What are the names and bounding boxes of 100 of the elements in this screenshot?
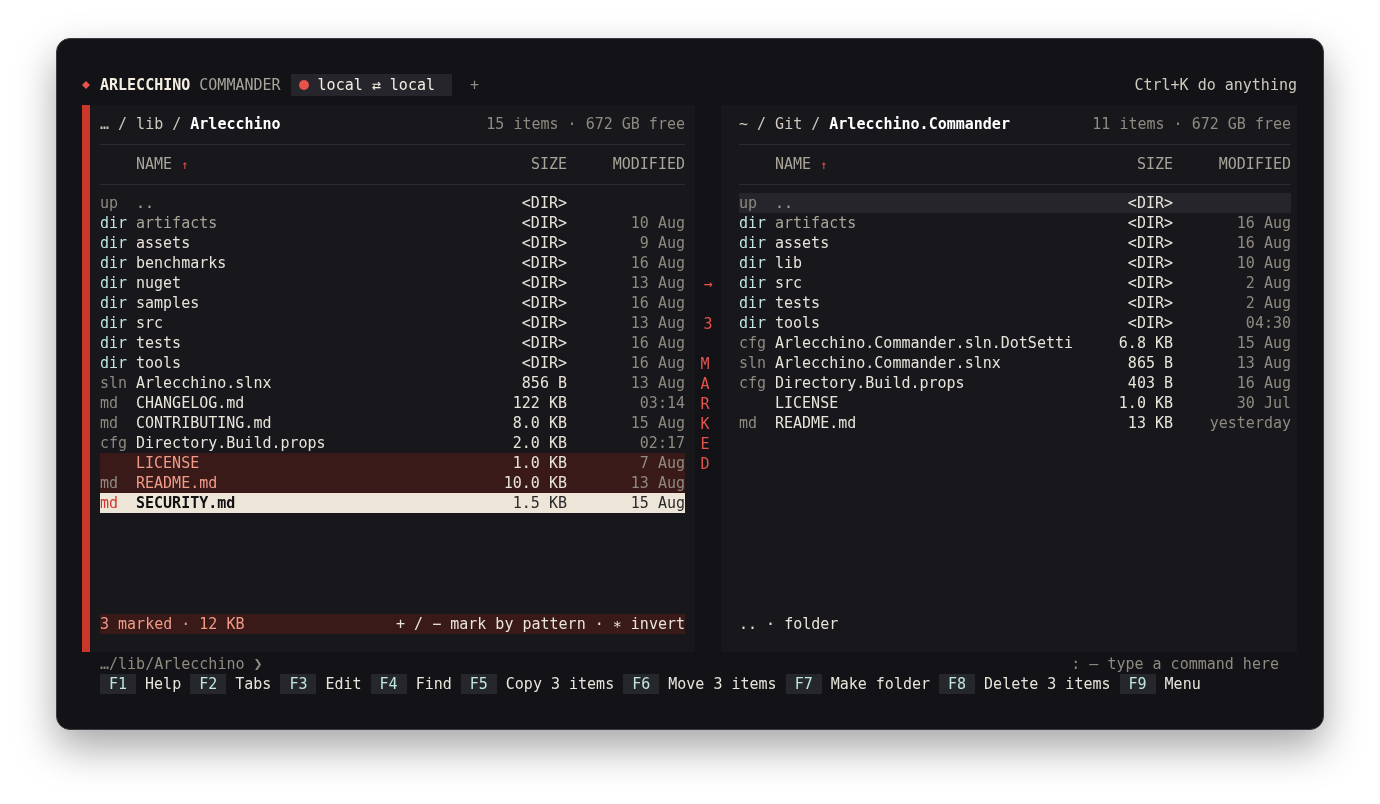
file-row[interactable]: dir tests <DIR> 16 Aug xyxy=(100,333,685,353)
file-modified: 16 Aug xyxy=(629,293,685,313)
function-key-badge[interactable]: F3 xyxy=(280,674,317,694)
function-key-badge[interactable]: F7 xyxy=(785,674,822,694)
size-column-header[interactable]: SIZE xyxy=(1073,154,1173,174)
file-row[interactable]: LICENSE 1.0 KB 30 Jul xyxy=(739,393,1291,413)
file-modified: 10 Aug xyxy=(1235,253,1291,273)
file-row[interactable]: cfg Directory.Build.props 2.0 KB 02:17 xyxy=(100,433,685,453)
panel-summary: 15 items · 672 GB free xyxy=(486,114,685,134)
file-name: samples xyxy=(136,293,201,313)
file-size: 13 KB xyxy=(1126,413,1173,433)
file-modified: 13 Aug xyxy=(629,313,685,333)
file-name: artifacts xyxy=(775,213,858,233)
file-modified: 2 Aug xyxy=(1244,273,1291,293)
file-type: dir xyxy=(739,293,768,313)
file-row[interactable]: md README.md 13 KB yesterday xyxy=(739,413,1291,433)
file-row[interactable]: up .. <DIR> xyxy=(100,193,685,213)
file-size: 8.0 KB xyxy=(511,413,567,433)
file-row[interactable]: md CHANGELOG.md 122 KB 03:14 xyxy=(100,393,685,413)
function-key-action[interactable]: Move 3 items xyxy=(659,674,786,694)
file-row[interactable]: up .. <DIR> xyxy=(739,193,1291,213)
file-name: Arlecchino.slnx xyxy=(136,373,273,393)
new-tab-button[interactable]: + xyxy=(470,75,480,95)
file-row[interactable]: LICENSE 1.0 KB 7 Aug xyxy=(100,453,685,473)
file-row[interactable]: sln Arlecchino.slnx 856 B 13 Aug xyxy=(100,373,685,393)
file-name: src xyxy=(136,313,165,333)
file-size: 1.0 KB xyxy=(1117,393,1173,413)
panel-summary: 11 items · 672 GB free xyxy=(1092,114,1291,134)
file-row[interactable]: dir lib <DIR> 10 Aug xyxy=(739,253,1291,273)
function-key-action[interactable]: Tabs xyxy=(226,674,281,694)
function-key-badge[interactable]: F5 xyxy=(460,674,497,694)
name-column-header[interactable]: NAME xyxy=(775,155,812,173)
panel-path[interactable]: ~ / Git / Arlecchino.Commander xyxy=(739,114,1010,134)
file-row[interactable]: sln Arlecchino.Commander.slnx 865 B 13 Aug xyxy=(739,353,1291,373)
direction-arrow-icon: → xyxy=(703,274,713,294)
function-key-badge[interactable]: F6 xyxy=(623,674,660,694)
file-modified: 2 Aug xyxy=(1244,293,1291,313)
file-size: 6.8 KB xyxy=(1117,333,1173,353)
file-name: assets xyxy=(136,233,192,253)
function-key-action[interactable]: Menu xyxy=(1155,674,1210,694)
function-key-action[interactable]: Edit xyxy=(316,674,371,694)
file-row[interactable]: dir artifacts <DIR> 16 Aug xyxy=(739,213,1291,233)
file-type: md xyxy=(100,393,120,413)
file-row[interactable]: dir tools <DIR> 04:30 xyxy=(739,313,1291,333)
file-size: <DIR> xyxy=(520,293,567,313)
file-size: 10.0 KB xyxy=(502,473,567,493)
panel-path[interactable]: … / lib / Arlecchino xyxy=(100,114,281,134)
function-key-badge[interactable]: F4 xyxy=(370,674,407,694)
file-modified: 10 Aug xyxy=(629,213,685,233)
file-modified: 03:14 xyxy=(638,393,685,413)
session-tab[interactable]: local ⇄ local xyxy=(290,74,452,96)
function-key-action[interactable]: Delete 3 items xyxy=(975,674,1120,694)
file-row[interactable]: cfg Arlecchino.Commander.sln.DotSetti 6.8 KB 15 Aug xyxy=(739,333,1291,353)
function-key-action[interactable]: Find xyxy=(406,674,461,694)
file-size: <DIR> xyxy=(1126,233,1173,253)
file-size: <DIR> xyxy=(520,233,567,253)
file-size: 856 B xyxy=(520,373,567,393)
file-row[interactable]: dir assets <DIR> 9 Aug xyxy=(100,233,685,253)
prompt-path: …/lib/Arlecchino ❯ xyxy=(100,654,263,674)
file-row[interactable]: md README.md 10.0 KB 13 Aug xyxy=(100,473,685,493)
file-type: dir xyxy=(100,273,129,293)
file-row[interactable]: dir samples <DIR> 16 Aug xyxy=(100,293,685,313)
file-row[interactable]: dir nuget <DIR> 13 Aug xyxy=(100,273,685,293)
name-column-header[interactable]: NAME xyxy=(136,155,173,173)
file-modified: 16 Aug xyxy=(629,353,685,373)
file-name: README.md xyxy=(775,413,858,433)
file-size: <DIR> xyxy=(520,333,567,353)
file-row[interactable]: dir src <DIR> 2 Aug xyxy=(739,273,1291,293)
file-name: SECURITY.md xyxy=(136,493,237,513)
file-size: 403 B xyxy=(1126,373,1173,393)
file-row[interactable]: dir tools <DIR> 16 Aug xyxy=(100,353,685,373)
file-row[interactable]: dir benchmarks <DIR> 16 Aug xyxy=(100,253,685,273)
file-name: tools xyxy=(136,353,183,373)
file-modified: yesterday xyxy=(1208,413,1291,433)
function-key-badge[interactable]: F1 xyxy=(100,674,137,694)
app-subtitle: COMMANDER xyxy=(199,75,281,95)
file-row[interactable]: md SECURITY.md 1.5 KB 15 Aug xyxy=(100,493,685,513)
function-key-badge[interactable]: F2 xyxy=(190,674,227,694)
file-name: LICENSE xyxy=(775,393,840,413)
file-modified: 16 Aug xyxy=(1235,213,1291,233)
modified-column-header[interactable]: MODIFIED xyxy=(1173,154,1291,174)
file-name: tests xyxy=(136,333,183,353)
modified-column-header[interactable]: MODIFIED xyxy=(567,154,685,174)
file-row[interactable]: dir src <DIR> 13 Aug xyxy=(100,313,685,333)
function-key-badge[interactable]: F9 xyxy=(1119,674,1156,694)
file-row[interactable]: dir artifacts <DIR> 10 Aug xyxy=(100,213,685,233)
file-type: dir xyxy=(100,253,129,273)
function-key-action[interactable]: Copy 3 items xyxy=(496,674,624,694)
size-column-header[interactable]: SIZE xyxy=(467,154,567,174)
mark-hint: + / − mark by pattern · ∗ invert xyxy=(396,614,685,634)
file-row[interactable]: dir tests <DIR> 2 Aug xyxy=(739,293,1291,313)
file-modified: 16 Aug xyxy=(629,333,685,353)
file-row[interactable]: cfg Directory.Build.props 403 B 16 Aug xyxy=(739,373,1291,393)
function-key-action[interactable]: Help xyxy=(136,674,191,694)
command-input-field[interactable]: : — type a command here xyxy=(1049,654,1279,674)
function-key-action[interactable]: Make folder xyxy=(821,674,940,694)
file-row[interactable]: dir assets <DIR> 16 Aug xyxy=(739,233,1291,253)
marked-label: MARKED xyxy=(700,354,711,474)
file-row[interactable]: md CONTRIBUTING.md 8.0 KB 15 Aug xyxy=(100,413,685,433)
function-key-badge[interactable]: F8 xyxy=(939,674,976,694)
